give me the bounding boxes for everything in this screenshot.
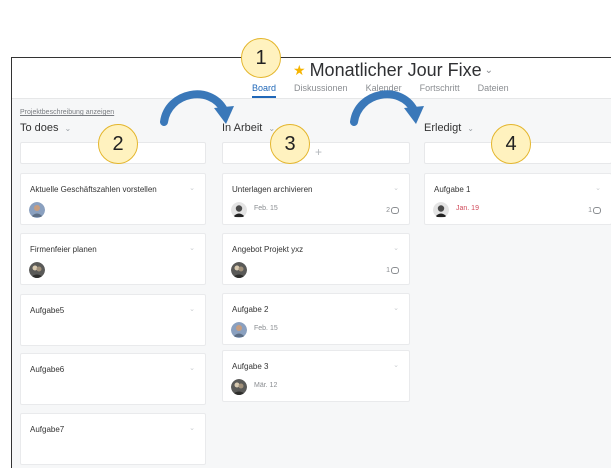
task-card[interactable]: Aufgabe7 ⌄ xyxy=(20,413,206,465)
card-title: Unterlagen archivieren xyxy=(232,185,313,194)
card-title: Aufgabe5 xyxy=(30,306,65,315)
comment-icon xyxy=(391,207,399,214)
header: ★ Monatlicher Jour Fixe ⌄ Board Diskussi… xyxy=(12,58,611,99)
card-title: Aufgabe6 xyxy=(30,365,65,374)
column-label: Erledigt xyxy=(424,122,462,134)
due-date: Jan. 19 xyxy=(456,205,479,212)
curved-arrow-icon xyxy=(350,90,424,126)
task-card[interactable]: Aufgabe 2 ⌄ Feb. 15 xyxy=(222,293,410,345)
chevron-down-icon[interactable]: ⌄ xyxy=(393,244,399,252)
board-window: ★ Monatlicher Jour Fixe ⌄ Board Diskussi… xyxy=(11,57,611,468)
avatar[interactable] xyxy=(231,379,247,395)
tab-discussions[interactable]: Diskussionen xyxy=(294,83,348,98)
step-badge-2: 2 xyxy=(98,124,138,164)
comment-count[interactable]: 2 xyxy=(386,207,399,214)
tab-board[interactable]: Board xyxy=(252,83,277,98)
column-title-done[interactable]: Erledigt ⌄ xyxy=(424,122,474,134)
card-title: Aufgabe7 xyxy=(30,425,65,434)
due-date: Feb. 15 xyxy=(254,205,278,212)
avatar[interactable] xyxy=(29,262,45,278)
avatar[interactable] xyxy=(231,322,247,338)
task-card[interactable]: Firmenfeier planen ⌄ xyxy=(20,233,206,285)
chevron-down-icon[interactable]: ⌄ xyxy=(189,424,195,432)
comment-icon xyxy=(593,207,601,214)
task-card[interactable]: Aufgabe 3 ⌄ Mär. 12 xyxy=(222,350,410,402)
comment-count-value: 1 xyxy=(588,207,592,214)
chevron-down-icon[interactable]: ⌄ xyxy=(485,65,493,76)
column-title-todo[interactable]: To does ⌄ xyxy=(20,122,71,134)
card-title: Aufgabe 2 xyxy=(232,305,269,314)
step-badge-1: 1 xyxy=(241,38,281,78)
comment-count-value: 1 xyxy=(386,267,390,274)
card-title: Aufgabe 3 xyxy=(232,362,269,371)
page-title: Monatlicher Jour Fixe xyxy=(309,59,482,80)
task-card[interactable]: Aktuelle Geschäftszahlen vorstellen ⌄ xyxy=(20,173,206,225)
avatar[interactable] xyxy=(29,202,45,218)
add-task-box-in-progress[interactable]: + xyxy=(222,142,410,164)
title-area[interactable]: ★ Monatlicher Jour Fixe ⌄ xyxy=(293,58,493,82)
comment-count[interactable]: 1 xyxy=(588,207,601,214)
chevron-down-icon[interactable]: ⌄ xyxy=(467,124,474,133)
task-card[interactable]: Aufgabe 1 ⌄ Jan. 19 1 xyxy=(424,173,611,225)
avatar[interactable] xyxy=(231,262,247,278)
avatar[interactable] xyxy=(231,202,247,218)
comment-count[interactable]: 1 xyxy=(386,267,399,274)
card-title: Aufgabe 1 xyxy=(434,185,471,194)
task-card[interactable]: Angebot Projekt yxz ⌄ 1 xyxy=(222,233,410,285)
step-badge-4: 4 xyxy=(491,124,531,164)
chevron-down-icon[interactable]: ⌄ xyxy=(65,124,72,133)
chevron-down-icon[interactable]: ⌄ xyxy=(189,305,195,313)
task-card[interactable]: Aufgabe5 ⌄ xyxy=(20,294,206,346)
comment-icon xyxy=(391,267,399,274)
plus-icon[interactable]: + xyxy=(315,145,322,159)
step-badge-3: 3 xyxy=(270,124,310,164)
due-date: Mär. 12 xyxy=(254,382,278,389)
card-title: Firmenfeier planen xyxy=(30,245,97,254)
chevron-down-icon[interactable]: ⌄ xyxy=(189,244,195,252)
card-title: Angebot Projekt yxz xyxy=(232,245,304,254)
chevron-down-icon[interactable]: ⌄ xyxy=(393,304,399,312)
avatar[interactable] xyxy=(433,202,449,218)
chevron-down-icon[interactable]: ⌄ xyxy=(595,184,601,192)
task-card[interactable]: Aufgabe6 ⌄ xyxy=(20,353,206,405)
star-icon[interactable]: ★ xyxy=(293,63,306,77)
chevron-down-icon[interactable]: ⌄ xyxy=(393,184,399,192)
column-label: To does xyxy=(20,122,59,134)
chevron-down-icon[interactable]: ⌄ xyxy=(393,361,399,369)
chevron-down-icon[interactable]: ⌄ xyxy=(189,184,195,192)
comment-count-value: 2 xyxy=(386,207,390,214)
card-title: Aktuelle Geschäftszahlen vorstellen xyxy=(30,185,157,194)
task-card[interactable]: Unterlagen archivieren ⌄ Feb. 15 2 xyxy=(222,173,410,225)
tab-files[interactable]: Dateien xyxy=(478,83,509,98)
curved-arrow-icon xyxy=(160,90,234,126)
due-date: Feb. 15 xyxy=(254,325,278,332)
project-description-link[interactable]: Projektbeschreibung anzeigen xyxy=(20,109,114,116)
chevron-down-icon[interactable]: ⌄ xyxy=(189,364,195,372)
